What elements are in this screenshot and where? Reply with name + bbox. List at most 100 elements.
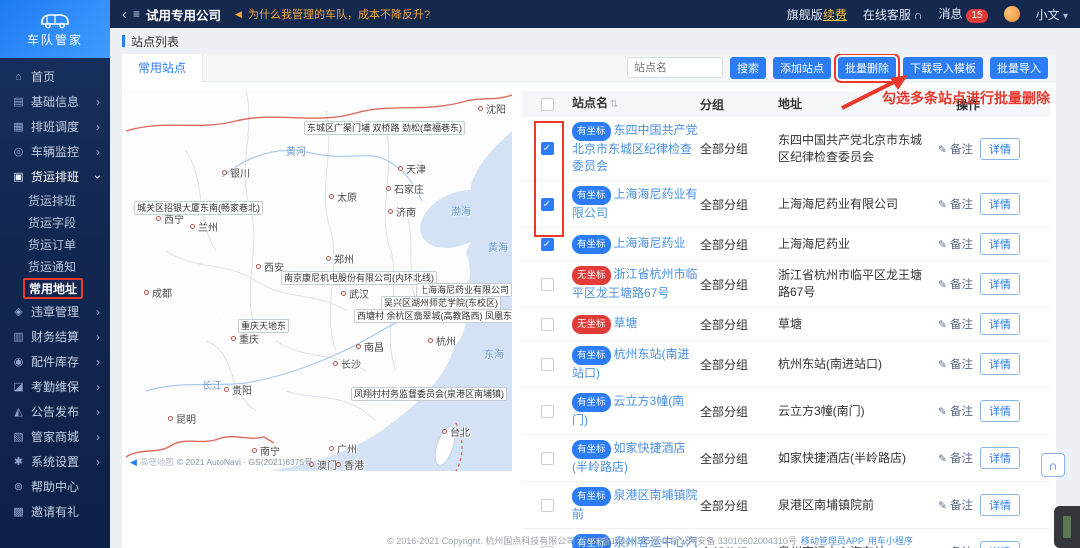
nav-icon: ⌂ — [12, 71, 25, 83]
table-row: ✓ 无坐标草塘 全部分组 草塘 ✎ 备注 — [522, 308, 1050, 341]
detail-button[interactable]: 详情 — [980, 138, 1020, 160]
row-checkbox[interactable]: ✓ — [541, 452, 554, 465]
map-city-label: 长沙 — [333, 356, 361, 371]
site-name-search-input[interactable] — [627, 57, 723, 78]
row-checkbox[interactable]: ✓ — [541, 405, 554, 418]
site-name-link[interactable]: 草塘 — [614, 316, 638, 330]
renew-link[interactable]: 续费 — [823, 8, 847, 22]
sidebar-item-mall[interactable]: ▧ 管家商城 › — [0, 424, 110, 449]
map-pin[interactable] — [173, 200, 186, 213]
city-dot — [442, 429, 447, 434]
map-pin[interactable] — [447, 303, 460, 316]
sidebar-item-announcements[interactable]: ◭ 公告发布 › — [0, 399, 110, 424]
sidebar-item-settings[interactable]: ✱ 系统设置 › — [0, 449, 110, 474]
note-button[interactable]: ✎ 备注 — [938, 497, 973, 513]
sidebar-item-help-center[interactable]: ⊚ 帮助中心 — [0, 474, 110, 499]
back-icon[interactable]: ‹ — [122, 6, 127, 23]
note-button[interactable]: ✎ 备注 — [938, 236, 973, 252]
note-button[interactable]: ✎ 备注 — [938, 403, 973, 419]
map-pin[interactable] — [421, 292, 441, 312]
address-cell: 上海海尼药业有限公司 — [778, 196, 938, 213]
sidebar-subitem-common-addresses[interactable]: 常用地址 — [0, 277, 110, 299]
city-dot — [144, 290, 149, 295]
map-pin[interactable] — [220, 313, 233, 326]
address-cell: 草塘 — [778, 316, 938, 333]
detail-button[interactable]: 详情 — [980, 447, 1020, 469]
online-support[interactable]: 在线客服∩ — [863, 6, 923, 23]
messages[interactable]: 消息15 — [938, 5, 987, 23]
sort-icon[interactable]: ⇅ — [610, 99, 618, 110]
sidebar-item-invite[interactable]: ▩ 邀请有礼 — [0, 499, 110, 524]
row-checkbox[interactable]: ✓ — [541, 278, 554, 291]
chevron-icon: › — [96, 406, 100, 418]
chevron-icon: › — [92, 175, 104, 179]
detail-button[interactable]: 详情 — [980, 313, 1020, 335]
map-city-label: 广州 — [329, 441, 357, 456]
sidebar: 车队管家 ⌂ 首页 ▤ 基础信息 › ▦ 排班调度 › — [0, 0, 110, 548]
note-button[interactable]: ✎ 备注 — [938, 276, 973, 292]
row-checkbox[interactable]: ✓ — [541, 318, 554, 331]
detail-button[interactable]: 详情 — [980, 193, 1020, 215]
site-name-link[interactable]: 上海海尼药业 — [614, 236, 686, 250]
batch-import-button[interactable]: 批量导入 — [990, 57, 1048, 79]
coord-badge: 有坐标 — [572, 487, 611, 506]
corner-widget[interactable] — [1054, 506, 1080, 548]
chevron-icon: › — [96, 96, 100, 108]
select-all-checkbox[interactable] — [541, 98, 554, 111]
avatar[interactable] — [1004, 6, 1020, 22]
nav-label: 排班调度 — [31, 118, 79, 135]
map-city-label: 西安 — [256, 259, 284, 274]
sidebar-subitem-freight-notice[interactable]: 货运通知 — [0, 255, 110, 277]
company-name[interactable]: 试用专用公司 — [146, 5, 221, 24]
sidebar-item-parts-inventory[interactable]: ◉ 配件库存 › — [0, 349, 110, 374]
map-city-label: 郑州 — [326, 251, 354, 266]
floating-support-button[interactable]: ∩ — [1041, 453, 1065, 477]
detail-button[interactable]: 详情 — [980, 353, 1020, 375]
user-menu[interactable]: 小文 ▾ — [1036, 6, 1068, 23]
sidebar-subitem-freight-scheduling[interactable]: 货运排班 — [0, 189, 110, 211]
sidebar-subitem-freight-fields[interactable]: 货运字段 — [0, 211, 110, 233]
sidebar-item-freight-scheduling[interactable]: ▣ 货运排班 › — [0, 164, 110, 189]
chevron-icon: › — [96, 306, 100, 318]
city-dot — [329, 446, 334, 451]
sidebar-item-finance[interactable]: ▥ 财务结算 › — [0, 324, 110, 349]
city-dot — [398, 166, 403, 171]
row-checkbox[interactable]: ✓ — [541, 499, 554, 512]
detail-button[interactable]: 详情 — [980, 233, 1020, 255]
map-city-label: 沈阳 — [478, 101, 506, 116]
note-button[interactable]: ✎ 备注 — [938, 316, 973, 332]
search-button[interactable]: 搜索 — [730, 57, 766, 79]
sidebar-item-basic-info[interactable]: ▤ 基础信息 › — [0, 89, 110, 114]
edit-icon: ✎ — [938, 319, 947, 331]
chevron-icon: › — [96, 356, 100, 368]
map-poi-label: 城关区招银大厦东南(畅家巷北) — [134, 201, 263, 215]
note-button[interactable]: ✎ 备注 — [938, 450, 973, 466]
footer-link-admin-app[interactable]: 移动管理员APP — [801, 536, 864, 546]
detail-button[interactable]: 详情 — [980, 494, 1020, 516]
detail-button[interactable]: 详情 — [980, 273, 1020, 295]
map-pin[interactable] — [363, 121, 376, 134]
sidebar-item-attendance[interactable]: ◪ 考勤维保 › — [0, 374, 110, 399]
plan-renew[interactable]: 旗舰版续费 — [787, 6, 847, 23]
map-pin[interactable] — [397, 267, 410, 280]
tab-common-sites[interactable]: 常用站点 — [122, 54, 203, 82]
row-checkbox[interactable]: ✓ — [541, 238, 554, 251]
group-cell: 全部分组 — [700, 316, 778, 333]
edit-icon: ✎ — [938, 359, 947, 371]
sidebar-item-vehicle-monitor[interactable]: ◎ 车辆监控 › — [0, 139, 110, 164]
detail-button[interactable]: 详情 — [980, 400, 1020, 422]
sidebar-item-home[interactable]: ⌂ 首页 — [0, 64, 110, 89]
nav-label: 邀请有礼 — [31, 503, 79, 520]
note-button[interactable]: ✎ 备注 — [938, 141, 973, 157]
sidebar-subitem-freight-orders[interactable]: 货运订单 — [0, 233, 110, 255]
sidebar-item-scheduling[interactable]: ▦ 排班调度 › — [0, 114, 110, 139]
map-pin[interactable] — [398, 387, 411, 400]
note-button[interactable]: ✎ 备注 — [938, 196, 973, 212]
row-checkbox[interactable]: ✓ — [541, 358, 554, 371]
plan-label: 旗舰版 — [787, 8, 823, 22]
org-menu-icon[interactable]: ≡ — [133, 7, 140, 21]
sidebar-item-violations[interactable]: ◈ 违章管理 › — [0, 299, 110, 324]
footer-link-mini-program[interactable]: 用车小程序 — [868, 536, 913, 546]
note-button[interactable]: ✎ 备注 — [938, 356, 973, 372]
china-map[interactable]: 沈阳 天津 银川 — [126, 91, 512, 471]
